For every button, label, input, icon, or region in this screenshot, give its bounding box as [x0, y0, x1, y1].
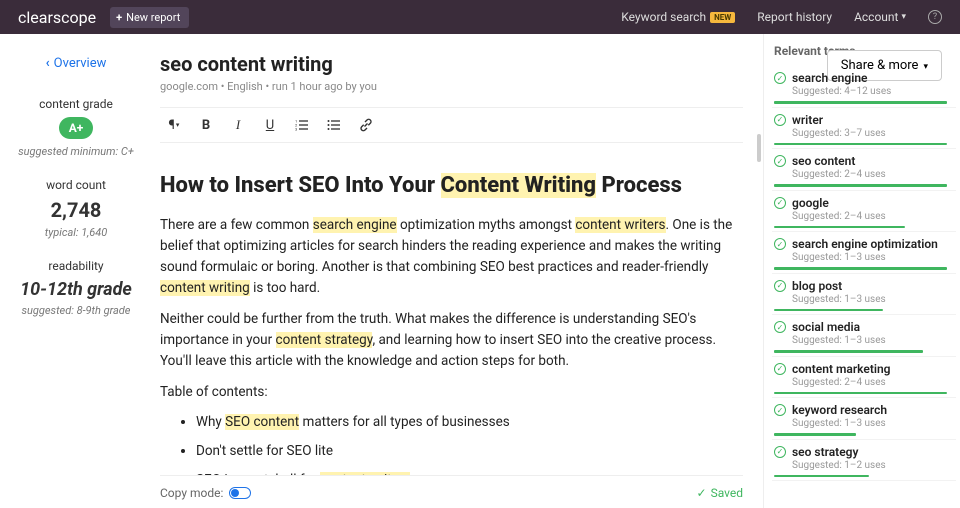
relevant-terms-panel: Relevant terms search engineSuggested: 4…: [764, 34, 960, 508]
term-suggested: Suggested: 2–4 uses: [792, 211, 956, 222]
report-title: seo content writing: [160, 52, 743, 76]
check-icon: [774, 321, 786, 333]
metrics-sidebar: Overview content grade A+ suggested mini…: [0, 34, 152, 508]
italic-button[interactable]: I: [224, 114, 252, 136]
overview-link[interactable]: Overview: [0, 56, 152, 71]
paragraph: There are a few common search engine opt…: [160, 215, 743, 299]
readability-note: suggested: 8-9th grade: [0, 304, 152, 317]
term-bar: [774, 392, 947, 395]
nav-keyword-search-label: Keyword search: [621, 10, 706, 24]
term-item[interactable]: seo contentSuggested: 2–4 uses: [772, 149, 956, 191]
term-name: writer: [792, 113, 823, 127]
term-bar: [774, 475, 869, 478]
term-item[interactable]: googleSuggested: 2–4 uses: [772, 191, 956, 233]
copy-mode-label: Copy mode:: [160, 486, 223, 500]
content-grade-note: suggested minimum: C+: [0, 145, 152, 158]
nav-keyword-search[interactable]: Keyword search NEW: [621, 10, 735, 24]
term-name: keyword research: [792, 403, 887, 417]
term-name: search engine optimization: [792, 237, 938, 251]
term-name: blog post: [792, 279, 842, 293]
word-count-note: typical: 1,640: [0, 226, 152, 239]
term-name: seo strategy: [792, 445, 858, 459]
check-icon: [774, 280, 786, 292]
term-name: seo content: [792, 154, 855, 168]
term-bar: [774, 309, 883, 312]
list-item: Why SEO content matters for all types of…: [196, 412, 743, 433]
check-icon: [774, 114, 786, 126]
link-button[interactable]: [352, 114, 380, 136]
term-bar: [774, 433, 856, 436]
readability-label: readability: [0, 259, 152, 273]
term-suggested: Suggested: 1–3 uses: [792, 294, 956, 305]
document-body[interactable]: How to Insert SEO Into Your Content Writ…: [160, 155, 743, 475]
term-item[interactable]: search engine optimizationSuggested: 1–3…: [772, 232, 956, 274]
term-bar: [774, 101, 947, 104]
check-icon: [774, 72, 786, 84]
nav-report-history[interactable]: Report history: [757, 10, 832, 24]
report-meta: google.com • English • run 1 hour ago by…: [160, 80, 743, 93]
nav-account[interactable]: Account: [854, 10, 906, 24]
term-name: google: [792, 196, 829, 210]
term-suggested: Suggested: 2–4 uses: [792, 169, 956, 180]
bold-button[interactable]: B: [192, 114, 220, 136]
term-suggested: Suggested: 3–7 uses: [792, 128, 956, 139]
term-suggested: Suggested: 4–12 uses: [792, 86, 956, 97]
editor-pane: seo content writing google.com • English…: [152, 34, 764, 508]
term-item[interactable]: content marketingSuggested: 2–4 uses: [772, 357, 956, 399]
term-bar: [774, 143, 947, 146]
check-icon: [774, 238, 786, 250]
term-name: social media: [792, 320, 860, 334]
term-item[interactable]: blog postSuggested: 1–3 uses: [772, 274, 956, 316]
toc-list: Why SEO content matters for all types of…: [160, 412, 743, 475]
content-grade-label: content grade: [0, 97, 152, 111]
saved-indicator: Saved: [697, 486, 744, 500]
editor-scrollbar[interactable]: [757, 134, 761, 162]
term-suggested: Suggested: 2–4 uses: [792, 377, 956, 388]
term-name: search engine: [792, 71, 867, 85]
term-item[interactable]: social mediaSuggested: 1–3 uses: [772, 315, 956, 357]
paragraph: Neither could be further from the truth.…: [160, 309, 743, 372]
list-item: Don't settle for SEO lite: [196, 441, 743, 462]
term-suggested: Suggested: 1–2 uses: [792, 460, 956, 471]
term-suggested: Suggested: 1–3 uses: [792, 335, 956, 346]
new-report-button[interactable]: New report: [110, 7, 189, 28]
check-icon: [774, 363, 786, 375]
unordered-list-button[interactable]: [320, 114, 348, 136]
underline-button[interactable]: U: [256, 114, 284, 136]
check-icon: [774, 446, 786, 458]
editor-footer: Copy mode: Saved: [160, 475, 743, 508]
term-name: content marketing: [792, 362, 891, 376]
term-item[interactable]: keyword researchSuggested: 1–3 uses: [772, 398, 956, 440]
toc-label: Table of contents:: [160, 382, 743, 403]
term-item[interactable]: search engineSuggested: 4–12 uses: [772, 66, 956, 108]
check-icon: [774, 404, 786, 416]
help-icon[interactable]: ?: [928, 10, 942, 24]
editor-toolbar: ¶ B I U 123: [160, 107, 743, 143]
term-bar: [774, 267, 947, 270]
word-count-value: 2,748: [0, 198, 152, 222]
content-grade-value: A+: [59, 117, 94, 139]
term-suggested: Suggested: 1–3 uses: [792, 252, 956, 263]
document-heading: How to Insert SEO Into Your Content Writ…: [160, 169, 743, 203]
term-item[interactable]: seo strategySuggested: 1–2 uses: [772, 440, 956, 482]
term-suggested: Suggested: 1–3 uses: [792, 418, 956, 429]
term-bar: [774, 184, 947, 187]
term-item[interactable]: writerSuggested: 3–7 uses: [772, 108, 956, 150]
word-count-label: word count: [0, 178, 152, 192]
new-badge: NEW: [710, 12, 735, 23]
svg-text:3: 3: [295, 127, 297, 132]
term-bar: [774, 226, 905, 229]
check-icon: [774, 155, 786, 167]
topbar: clearscope New report Keyword search NEW…: [0, 0, 960, 34]
paragraph-format-button[interactable]: ¶: [160, 114, 188, 136]
term-bar: [774, 350, 923, 353]
ordered-list-button[interactable]: 123: [288, 114, 316, 136]
check-icon: [774, 197, 786, 209]
logo: clearscope: [18, 8, 96, 27]
readability-value: 10-12th grade: [0, 279, 152, 300]
copy-mode-toggle[interactable]: [229, 487, 251, 499]
